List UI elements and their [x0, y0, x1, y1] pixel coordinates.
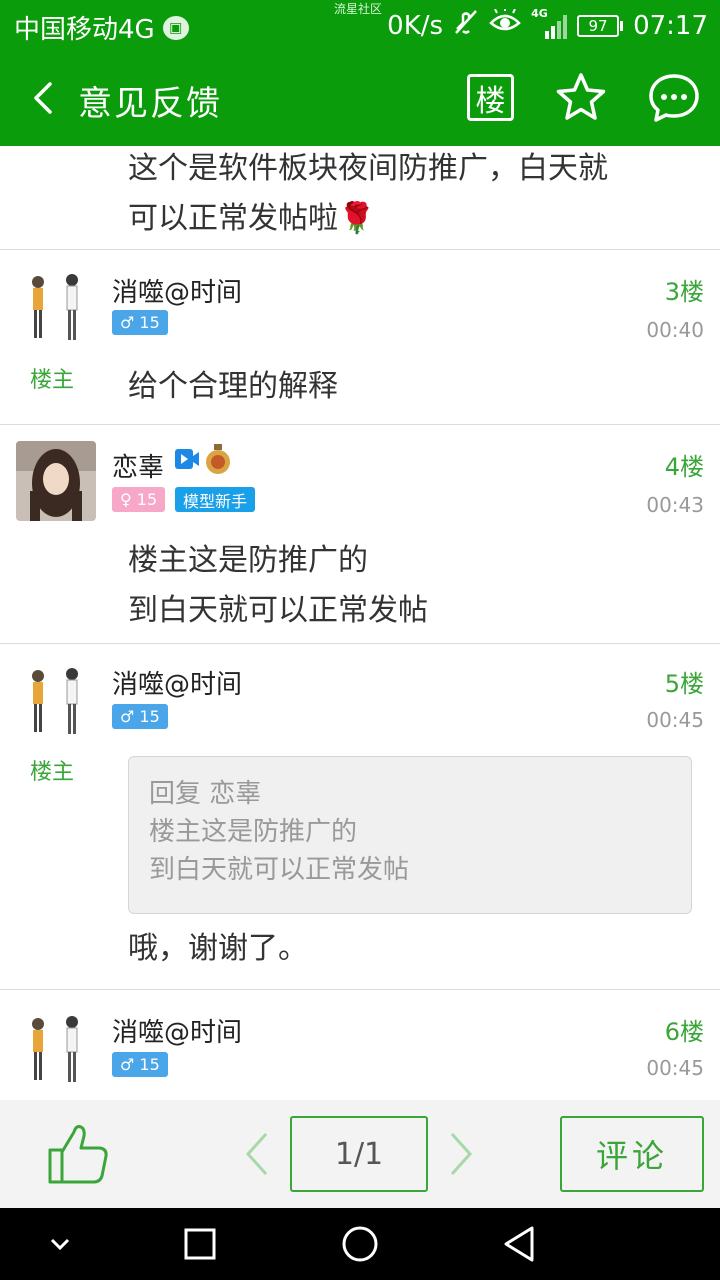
post-body-line: 楼主这是防推广的: [128, 543, 368, 578]
gender-level-badge: ♂ 15: [112, 310, 168, 335]
battery-icon: 97: [577, 14, 624, 37]
chat-bubble-icon: [649, 74, 699, 122]
owner-tag: 楼主: [30, 368, 75, 393]
comment-button[interactable]: 评论: [560, 1116, 704, 1192]
post-item: 消噬@时间 ♂ 15 6楼 00:45: [0, 990, 720, 1100]
star-icon: [556, 73, 606, 120]
post-body-line: 可以正常发帖啦🌹: [128, 201, 376, 236]
post-body: 这个是软件板块夜间防推广，白天就 可以正常发帖啦🌹: [128, 146, 608, 244]
chevron-left-icon: [245, 1132, 268, 1176]
quote-line: 回复 恋辜: [149, 779, 262, 809]
post-list[interactable]: 这个是软件板块夜间防推广，白天就 可以正常发帖啦🌹 楼主 消噬@时间 ♂ 15 …: [0, 146, 720, 1100]
system-nav-bar: [0, 1208, 720, 1280]
post-time: 00:40: [646, 318, 704, 342]
app-notification-icon: ▣: [162, 15, 189, 40]
username[interactable]: 消噬@时间: [112, 664, 242, 701]
post-time: 00:45: [646, 708, 704, 732]
owner-tag: 楼主: [30, 760, 75, 785]
carrier-label: 中国移动4G: [14, 15, 155, 45]
gender-level-badge: ♂ 15: [112, 704, 168, 729]
chevron-down-icon: [50, 1238, 70, 1251]
next-page-button[interactable]: [444, 1126, 478, 1182]
jump-to-floor-button[interactable]: 楼: [467, 74, 514, 121]
square-icon: [184, 1228, 216, 1260]
status-center-label: 流星社区: [334, 2, 383, 16]
circle-icon: [342, 1226, 378, 1262]
messages-button[interactable]: [646, 70, 702, 126]
post-body-line: 给个合理的解释: [128, 369, 338, 404]
screen: 中国移动4G ▣ 流星社区 0K/s 4G 97 07:17 意见反馈 楼 这个…: [0, 0, 720, 1280]
status-right: 0K/s 4G 97 07:17: [387, 7, 708, 42]
page-title: 意见反馈: [78, 84, 222, 124]
couple-avatar-icon: [32, 1016, 78, 1082]
chevron-right-icon: [450, 1132, 473, 1176]
favorite-button[interactable]: [553, 70, 609, 126]
post-item: 这个是软件板块夜间防推广，白天就 可以正常发帖啦🌹: [0, 146, 720, 250]
nav-home-button[interactable]: [338, 1222, 382, 1266]
username[interactable]: 恋辜: [112, 447, 164, 484]
username[interactable]: 消噬@时间: [112, 1012, 242, 1049]
net-speed: 0K/s: [387, 10, 444, 41]
couple-avatar-icon: [32, 274, 78, 340]
floor-number: 3楼: [664, 278, 704, 306]
like-button[interactable]: [44, 1120, 112, 1188]
page-indicator[interactable]: 1/1: [290, 1116, 428, 1192]
previous-page-button[interactable]: [240, 1126, 274, 1182]
avatar[interactable]: [16, 268, 96, 348]
battery-level: 97: [577, 14, 620, 37]
post-body-line: 哦，谢谢了。: [128, 931, 308, 966]
couple-avatar-icon: [32, 668, 78, 734]
quote-line: 楼主这是防推广的: [149, 817, 358, 847]
level-title-badge: 模型新手: [175, 487, 256, 512]
floor-number: 5楼: [664, 670, 704, 698]
status-bar: 中国移动4G ▣ 流星社区 0K/s 4G 97 07:17: [0, 0, 720, 50]
eye-comfort-icon: [489, 7, 521, 42]
avatar[interactable]: [16, 1010, 96, 1090]
gender-level-badge: ♂ 15: [112, 1052, 168, 1077]
signal-icon: 4G: [531, 7, 568, 39]
post-body: 给个合理的解释: [128, 362, 338, 412]
thumbs-up-icon: [48, 1125, 108, 1184]
nav-back-button[interactable]: [498, 1222, 542, 1266]
avatar[interactable]: [16, 662, 96, 742]
post-item: 楼主 消噬@时间 ♂ 15 5楼 00:45 回复 恋辜 楼主这是防推广的 到白…: [0, 644, 720, 990]
avatar[interactable]: [16, 441, 96, 521]
post-body-line: 到白天就可以正常发帖: [128, 593, 428, 628]
post-time: 00:43: [646, 493, 704, 517]
mute-icon: [453, 9, 479, 42]
nav-collapse-button[interactable]: [38, 1222, 82, 1266]
quoted-reply[interactable]: 回复 恋辜 楼主这是防推广的 到白天就可以正常发帖: [128, 756, 692, 914]
video-vip-icon: [174, 448, 200, 470]
medal-icon: [204, 444, 232, 474]
post-body: 哦，谢谢了。: [128, 924, 308, 974]
girl-photo-avatar-icon: [16, 441, 96, 521]
clock: 07:17: [633, 10, 708, 41]
quote-line: 到白天就可以正常发帖: [149, 855, 410, 885]
nav-recents-button[interactable]: [178, 1222, 222, 1266]
status-left: 中国移动4G ▣: [14, 9, 189, 46]
username[interactable]: 消噬@时间: [112, 272, 242, 309]
post-time: 00:45: [646, 1056, 704, 1080]
post-body-line: 这个是软件板块夜间防推广，白天就: [128, 151, 608, 186]
floor-number: 4楼: [664, 453, 704, 481]
back-arrow-icon: [34, 82, 52, 114]
back-button[interactable]: [24, 72, 68, 124]
bottom-action-bar: 1/1 评论: [0, 1100, 720, 1208]
floor-number: 6楼: [664, 1018, 704, 1046]
triangle-back-icon: [504, 1226, 534, 1262]
post-item: 恋辜 ♀ 15 模型新手 4楼 00:43 楼主这是防推广的 到白天就可以正常发…: [0, 425, 720, 644]
gender-level-badge: ♀ 15: [112, 487, 166, 512]
post-item: 楼主 消噬@时间 ♂ 15 3楼 00:40 给个合理的解释: [0, 250, 720, 425]
title-bar: 意见反馈 楼: [0, 50, 720, 146]
post-body: 楼主这是防推广的 到白天就可以正常发帖: [128, 536, 428, 636]
